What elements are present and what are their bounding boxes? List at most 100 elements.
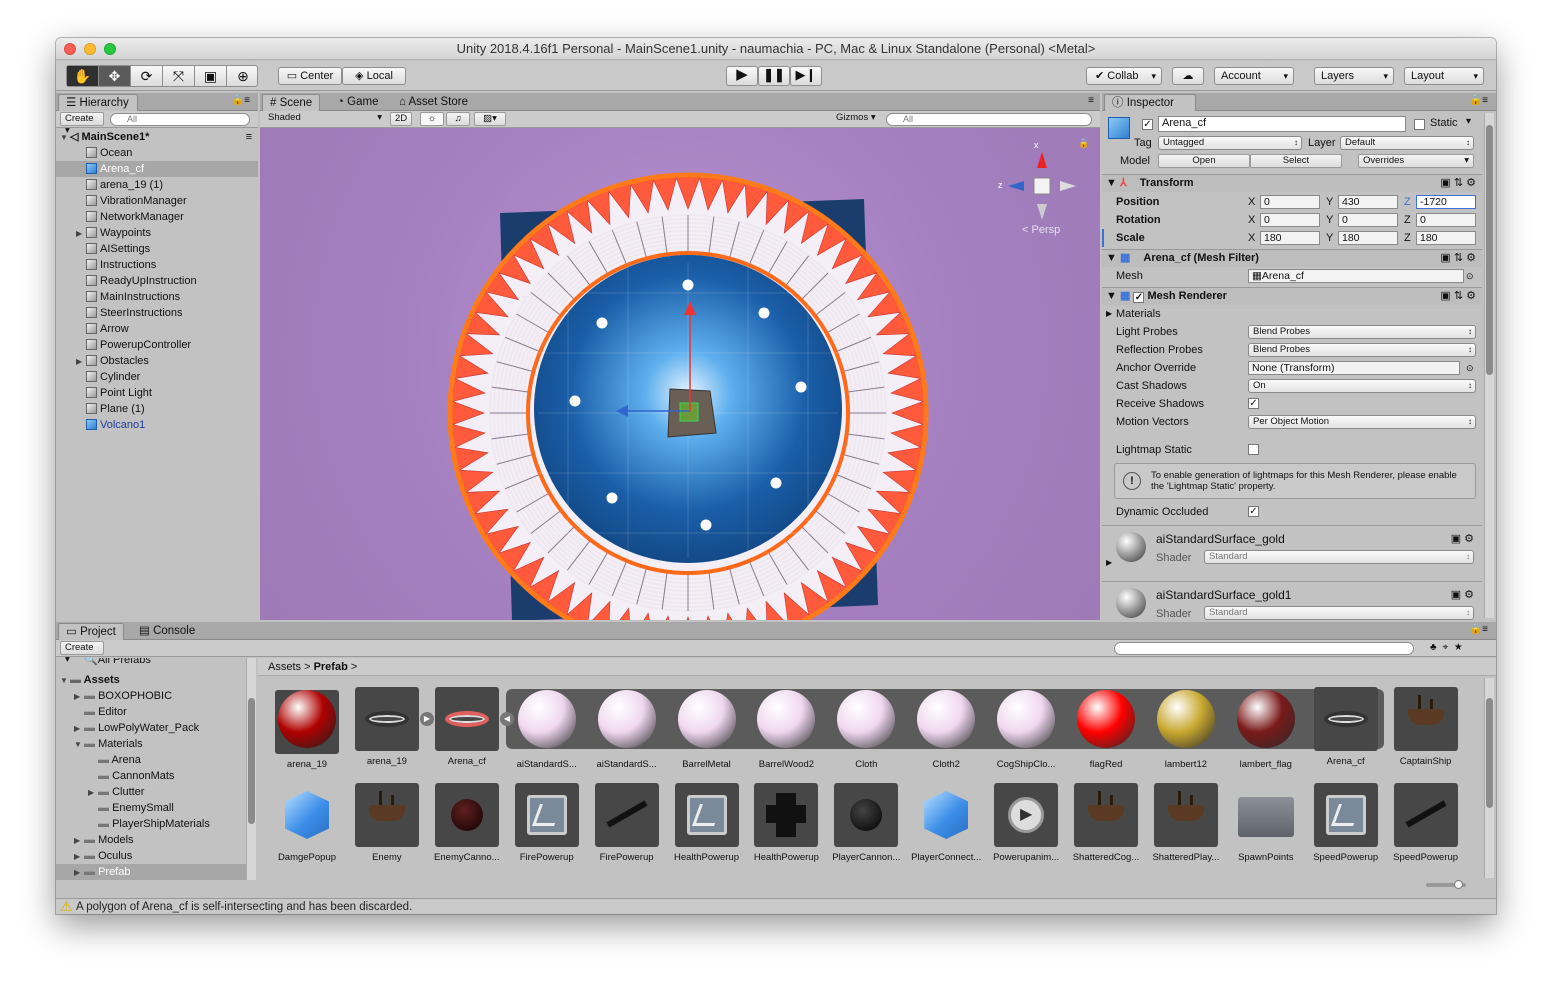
hierarchy-item[interactable]: ▶ Obstacles <box>56 353 258 369</box>
close-window-button[interactable] <box>64 43 76 55</box>
expand-arrow-icon[interactable]: ▶ <box>88 785 98 801</box>
asset-item[interactable]: flagRed <box>1067 687 1145 770</box>
position-x-field[interactable]: 0 <box>1260 195 1320 209</box>
scale-x-field[interactable]: 180 <box>1260 231 1320 245</box>
pause-button[interactable]: ❚❚ <box>758 66 790 86</box>
hierarchy-item[interactable]: MainInstructions <box>56 289 258 305</box>
minimize-window-button[interactable] <box>84 43 96 55</box>
hierarchy-item[interactable]: Cylinder <box>56 369 258 385</box>
lightmap-static-checkbox[interactable] <box>1248 444 1259 455</box>
hierarchy-item[interactable]: NetworkManager <box>56 209 258 225</box>
object-picker-icon[interactable]: ⊙ <box>1466 359 1474 377</box>
scrollbar-thumb[interactable] <box>248 698 255 824</box>
hierarchy-item[interactable]: ReadyUpInstruction <box>56 273 258 289</box>
asset-item[interactable]: DamgePopup <box>268 783 346 863</box>
expand-arrow-icon[interactable]: ▼ <box>60 130 70 146</box>
expand-arrow-icon[interactable]: ▶ <box>76 354 86 370</box>
expand-arrow-icon[interactable]: ▼ <box>74 737 84 753</box>
project-folder-item[interactable]: ▬ EnemySmall <box>56 800 246 816</box>
shader-dropdown[interactable]: Standard <box>1204 550 1474 564</box>
hand-tool-icon[interactable]: ✋ <box>67 66 99 86</box>
hierarchy-item[interactable]: Arena_cf <box>56 161 258 177</box>
expand-arrow-icon[interactable]: ▶ <box>1106 305 1112 323</box>
asset-item[interactable]: EnemyCanno... <box>428 783 506 863</box>
tree-scrollbar[interactable] <box>246 658 256 880</box>
expand-prefab-icon[interactable]: ◀ <box>500 712 514 726</box>
expand-arrow-icon[interactable]: ▶ <box>1106 558 1112 567</box>
tag-dropdown[interactable]: Untagged <box>1158 136 1302 150</box>
hierarchy-item[interactable]: AISettings <box>56 241 258 257</box>
breadcrumb-assets[interactable]: Assets <box>268 661 301 673</box>
mesh-renderer-header[interactable]: ▼ ▦ ✓ Mesh Renderer ▣ ⇅ ⚙ <box>1102 287 1482 305</box>
hierarchy-item[interactable]: Plane (1) <box>56 401 258 417</box>
cloud-button[interactable]: ☁ <box>1172 67 1204 85</box>
asset-item[interactable]: SpeedPowerup <box>1307 783 1385 863</box>
rotation-y-field[interactable]: 0 <box>1338 213 1398 227</box>
asset-item[interactable]: Cloth <box>827 687 905 770</box>
asset-item[interactable]: CogShipClo... <box>987 687 1065 770</box>
asset-item[interactable]: HealthPowerup <box>668 783 746 863</box>
materials-row[interactable]: ▶ Materials <box>1102 305 1482 323</box>
asset-item[interactable]: ▶ Powerupanim... <box>987 783 1065 863</box>
hierarchy-item[interactable]: VibrationManager <box>56 193 258 209</box>
pivot-center-button[interactable]: ▭ Center <box>278 67 342 85</box>
expand-arrow-icon[interactable]: ▶ <box>74 833 84 849</box>
project-folder-item[interactable]: ▬ Editor <box>56 704 246 720</box>
scene-viewport[interactable]: x z 🔒 < Persp <box>260 128 1100 620</box>
project-folder-item[interactable]: ▼ ▬ Materials <box>56 736 246 752</box>
asset-item[interactable]: Arena_cf <box>428 687 506 767</box>
expand-arrow-icon[interactable]: ▼ <box>60 673 70 689</box>
mesh-field[interactable]: ▦Arena_cf <box>1248 269 1464 283</box>
account-button[interactable]: Account <box>1214 67 1294 85</box>
property-checkbox[interactable]: ✓ <box>1248 398 1259 409</box>
asset-item[interactable]: aiStandardS... <box>588 687 666 770</box>
project-folder-item[interactable]: ▶ ▬ BOXOPHOBIC <box>56 688 246 704</box>
static-dropdown-icon[interactable]: ▾ <box>1466 116 1471 127</box>
pivot-local-button[interactable]: ◈ Local <box>342 67 406 85</box>
layer-dropdown[interactable]: Default <box>1340 136 1474 150</box>
maximize-window-button[interactable] <box>104 43 116 55</box>
asset-item[interactable]: lambert_flag <box>1227 687 1305 770</box>
static-checkbox[interactable] <box>1414 119 1425 130</box>
rotation-z-field[interactable]: 0 <box>1416 213 1476 227</box>
tab-asset-store[interactable]: ⌂ Asset Store <box>392 94 475 111</box>
project-folder-item[interactable]: ▬ CannonMats <box>56 768 246 784</box>
inspector-scrollbar[interactable] <box>1484 113 1494 618</box>
hierarchy-item[interactable]: Volcano1 <box>56 417 258 433</box>
tab-hierarchy[interactable]: ☰ Hierarchy <box>58 94 138 111</box>
property-dropdown[interactable]: Per Object Motion <box>1248 415 1476 429</box>
asset-item[interactable]: BarrelMetal <box>668 687 746 770</box>
scale-y-field[interactable]: 180 <box>1338 231 1398 245</box>
asset-item[interactable]: FirePowerup <box>508 783 586 863</box>
tab-console[interactable]: ▤ Console <box>132 623 202 640</box>
shader-dropdown[interactable]: Standard <box>1204 606 1474 620</box>
component-menu-icons[interactable]: ▣ ⇅ ⚙ <box>1440 288 1476 305</box>
object-picker-icon[interactable]: ⊙ <box>1466 267 1474 285</box>
transform-tool-icon[interactable]: ⊕ <box>227 66 259 86</box>
project-folder-item[interactable]: ▬ Arena <box>56 752 246 768</box>
fold-arrow-icon[interactable]: ▼ <box>1102 177 1117 189</box>
model-open-button[interactable]: Open <box>1158 154 1250 168</box>
gizmo-lock-icon[interactable]: 🔒 <box>1078 138 1089 149</box>
asset-scrollbar[interactable] <box>1484 678 1494 878</box>
renderer-enabled-checkbox[interactable]: ✓ <box>1133 292 1145 303</box>
filter-icons[interactable]: ♣⌖★ <box>1430 642 1468 653</box>
play-button[interactable]: ▶ <box>726 66 758 86</box>
lock-icon[interactable]: 🔒≡ <box>232 95 250 106</box>
project-folder-item[interactable]: ▶ ▬ Prefab <box>56 864 246 880</box>
scale-z-field[interactable]: 180 <box>1416 231 1476 245</box>
asset-item[interactable]: SpawnPoints <box>1227 783 1305 863</box>
asset-item[interactable]: lambert12 <box>1147 687 1225 770</box>
hierarchy-item[interactable]: Point Light <box>56 385 258 401</box>
component-menu-icons[interactable]: ▣ ⇅ ⚙ <box>1440 175 1476 192</box>
project-folder-item[interactable]: ▶ ▬ LowPolyWater_Pack <box>56 720 246 736</box>
property-dropdown[interactable]: Blend Probes <box>1248 343 1476 357</box>
scrollbar-thumb[interactable] <box>1486 698 1493 808</box>
scene-search-input[interactable]: All <box>886 113 1092 126</box>
asset-item[interactable]: ShatteredCog... <box>1067 783 1145 863</box>
hierarchy-item[interactable]: ▶ Waypoints <box>56 225 258 241</box>
asset-item[interactable]: HealthPowerup <box>747 783 825 863</box>
slider-knob[interactable] <box>1454 880 1463 889</box>
rotation-x-field[interactable]: 0 <box>1260 213 1320 227</box>
project-folder-item[interactable]: ▶ ▬ Clutter <box>56 784 246 800</box>
